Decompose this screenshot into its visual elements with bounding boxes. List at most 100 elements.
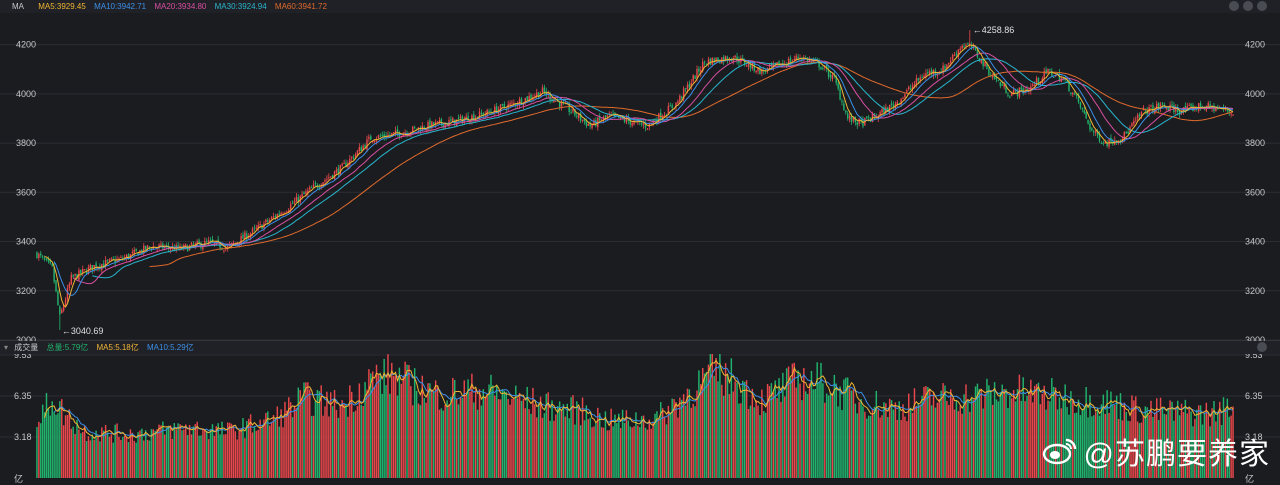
volume-legend-bar: ▾ 成交量 总量:5.79亿 MA5:5.18亿 MA10:5.29亿 — [0, 341, 1280, 354]
volume-bar — [343, 403, 345, 478]
volume-bar — [593, 426, 595, 478]
volume-bar — [309, 389, 311, 478]
candle-body — [144, 245, 147, 250]
volume-bar — [47, 408, 50, 478]
price-tick-label-right: 3200 — [1245, 286, 1265, 296]
candle-body — [1230, 113, 1232, 115]
volume-bar — [663, 416, 666, 478]
price-tick-label-right: 3800 — [1245, 138, 1265, 148]
volume-bar — [858, 401, 860, 478]
candle-body — [370, 136, 372, 141]
candle-body — [745, 65, 748, 67]
volume-bar — [738, 403, 740, 478]
volume-bar — [558, 401, 561, 478]
candle-body — [904, 94, 906, 98]
volume-bar — [433, 391, 435, 478]
volume-bar — [639, 427, 641, 478]
candle-body — [310, 187, 313, 189]
watermark-text: @苏鹏要养家 — [1083, 438, 1270, 471]
volume-bar — [375, 364, 378, 478]
volume-bar — [1026, 395, 1028, 478]
volume-bar — [549, 420, 551, 478]
volume-bar — [461, 397, 464, 478]
volume-bar — [1001, 384, 1003, 478]
volume-bar — [835, 383, 837, 478]
volume-bar — [684, 405, 687, 478]
volume-bar — [852, 389, 855, 478]
volume-ma5: MA5:5.18亿 — [96, 343, 139, 352]
volume-bar — [814, 389, 816, 478]
candle-body — [845, 110, 847, 113]
candle-body — [576, 115, 578, 117]
close-icon[interactable] — [1257, 1, 1267, 11]
volume-bar — [644, 427, 647, 478]
volume-bar — [59, 401, 61, 478]
candle — [1018, 87, 1021, 99]
volume-bar — [818, 381, 820, 478]
candle-body — [988, 68, 990, 76]
volume-bar — [690, 407, 693, 478]
volume-bar — [812, 389, 815, 478]
candle-body — [440, 119, 443, 125]
volume-bar — [267, 411, 269, 478]
volume-bar — [896, 419, 899, 478]
volume-bar — [623, 422, 626, 478]
volume-bar — [780, 401, 782, 478]
candle-body — [43, 258, 46, 260]
volume-settings-icon[interactable] — [1257, 342, 1267, 352]
volume-bar — [894, 402, 897, 478]
volume-bar — [207, 439, 210, 478]
candle — [709, 57, 712, 66]
volume-bar — [112, 442, 114, 478]
candle-body — [1049, 69, 1051, 71]
volume-bar — [761, 389, 763, 478]
candle-body — [83, 269, 86, 271]
volume-bar — [1005, 388, 1007, 478]
candle-body — [501, 104, 504, 106]
minimize-icon[interactable] — [1243, 1, 1253, 11]
candle-body — [89, 265, 92, 269]
volume-bar — [511, 398, 513, 478]
volume-bar — [597, 407, 599, 478]
volume-bar — [732, 391, 734, 478]
volume-bar — [988, 385, 990, 478]
candle-body — [703, 61, 706, 63]
volume-bar — [135, 442, 137, 478]
candle-body — [587, 124, 589, 126]
volume-bar — [322, 415, 324, 478]
volume-bar — [476, 409, 479, 478]
candle-body — [303, 192, 305, 195]
candle-body — [358, 147, 361, 152]
volume-bar — [543, 413, 546, 478]
volume-bar — [913, 388, 916, 478]
candle-body — [827, 70, 830, 77]
volume-bar — [1020, 400, 1023, 478]
volume-bar — [541, 417, 544, 478]
candle-body — [642, 124, 645, 126]
volume-bar — [524, 408, 527, 478]
volume-bar — [629, 426, 631, 478]
volume-bar — [148, 440, 151, 478]
volume-bar — [990, 391, 992, 478]
volume-bar — [724, 363, 727, 478]
volume-bar — [831, 393, 834, 478]
volume-bar — [89, 440, 92, 478]
candle-body — [1045, 69, 1047, 74]
candle-body — [328, 177, 330, 179]
volume-bar — [55, 414, 57, 478]
volume-bar — [286, 410, 288, 478]
volume-bar — [1009, 395, 1011, 478]
candle-body — [1125, 132, 1127, 134]
watermark: @苏鹏要养家 — [1042, 429, 1270, 473]
volume-bar — [429, 383, 431, 478]
collapse-icon[interactable]: ▾ — [4, 343, 8, 352]
volume-bar — [215, 426, 217, 478]
volume-bar — [167, 425, 170, 478]
volume-bar — [236, 439, 238, 478]
settings-icon[interactable] — [1229, 1, 1239, 11]
volume-bar — [936, 402, 939, 478]
volume-bar — [530, 413, 532, 478]
candle-body — [1083, 110, 1085, 113]
volume-bar — [198, 435, 200, 478]
volume-bar — [606, 430, 609, 478]
